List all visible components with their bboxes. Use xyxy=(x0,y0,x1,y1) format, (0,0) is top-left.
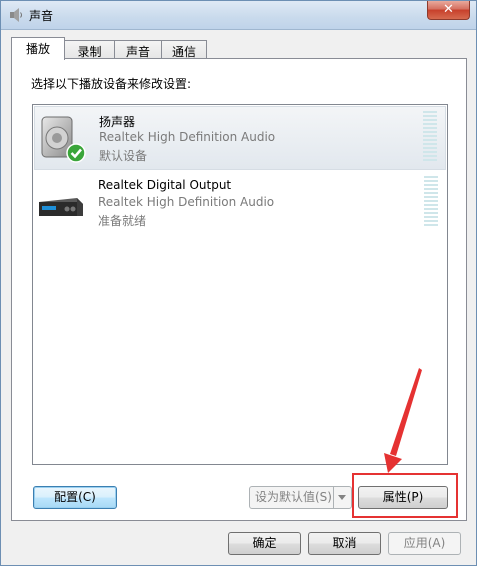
chevron-down-icon[interactable] xyxy=(333,487,351,508)
instruction-text: 选择以下播放设备来修改设置: xyxy=(31,77,192,91)
playback-panel: 选择以下播放设备来修改设置: 扬声器 Realtek High Definiti… xyxy=(11,58,467,521)
volume-meter xyxy=(424,176,438,230)
speaker-icon xyxy=(10,8,22,22)
device-item-speakers[interactable]: 扬声器 Realtek High Definition Audio 默认设备 xyxy=(34,106,446,170)
device-list[interactable]: 扬声器 Realtek High Definition Audio 默认设备 R… xyxy=(32,104,448,465)
device-status: 准备就绪 xyxy=(98,214,147,228)
ok-button[interactable]: 确定 xyxy=(228,532,301,555)
close-icon: ✕ xyxy=(443,2,454,17)
tab-sounds[interactable]: 声音 xyxy=(114,40,162,59)
device-item-digital-output[interactable]: Realtek Digital Output Realtek High Defi… xyxy=(34,172,446,236)
window-title: 声音 xyxy=(29,9,54,23)
close-button[interactable]: ✕ xyxy=(427,1,470,20)
device-description: Realtek High Definition Audio xyxy=(99,130,276,144)
speaker-icon xyxy=(41,116,86,163)
annotation-highlight-box xyxy=(352,473,458,518)
set-default-button[interactable]: 设为默认值(S) xyxy=(249,486,352,509)
device-description: Realtek High Definition Audio xyxy=(98,195,275,209)
digital-output-icon xyxy=(39,198,83,216)
tab-communications[interactable]: 通信 xyxy=(161,40,207,59)
sound-dialog: 声音 ✕ 播放 录制 声音 通信 选择以下播放设备来修改设置: 扬声器 Real… xyxy=(0,0,477,566)
set-default-label: 设为默认值(S) xyxy=(255,490,332,504)
tab-playback[interactable]: 播放 xyxy=(11,37,65,60)
device-name: 扬声器 xyxy=(99,115,136,129)
tab-recording[interactable]: 录制 xyxy=(64,40,115,59)
configure-button[interactable]: 配置(C) xyxy=(33,486,117,509)
device-name: Realtek Digital Output xyxy=(98,178,232,192)
title-bar[interactable]: 声音 ✕ xyxy=(1,1,476,30)
volume-meter xyxy=(423,111,437,165)
cancel-button[interactable]: 取消 xyxy=(308,532,381,555)
apply-button[interactable]: 应用(A) xyxy=(388,532,461,555)
device-status: 默认设备 xyxy=(99,149,148,163)
